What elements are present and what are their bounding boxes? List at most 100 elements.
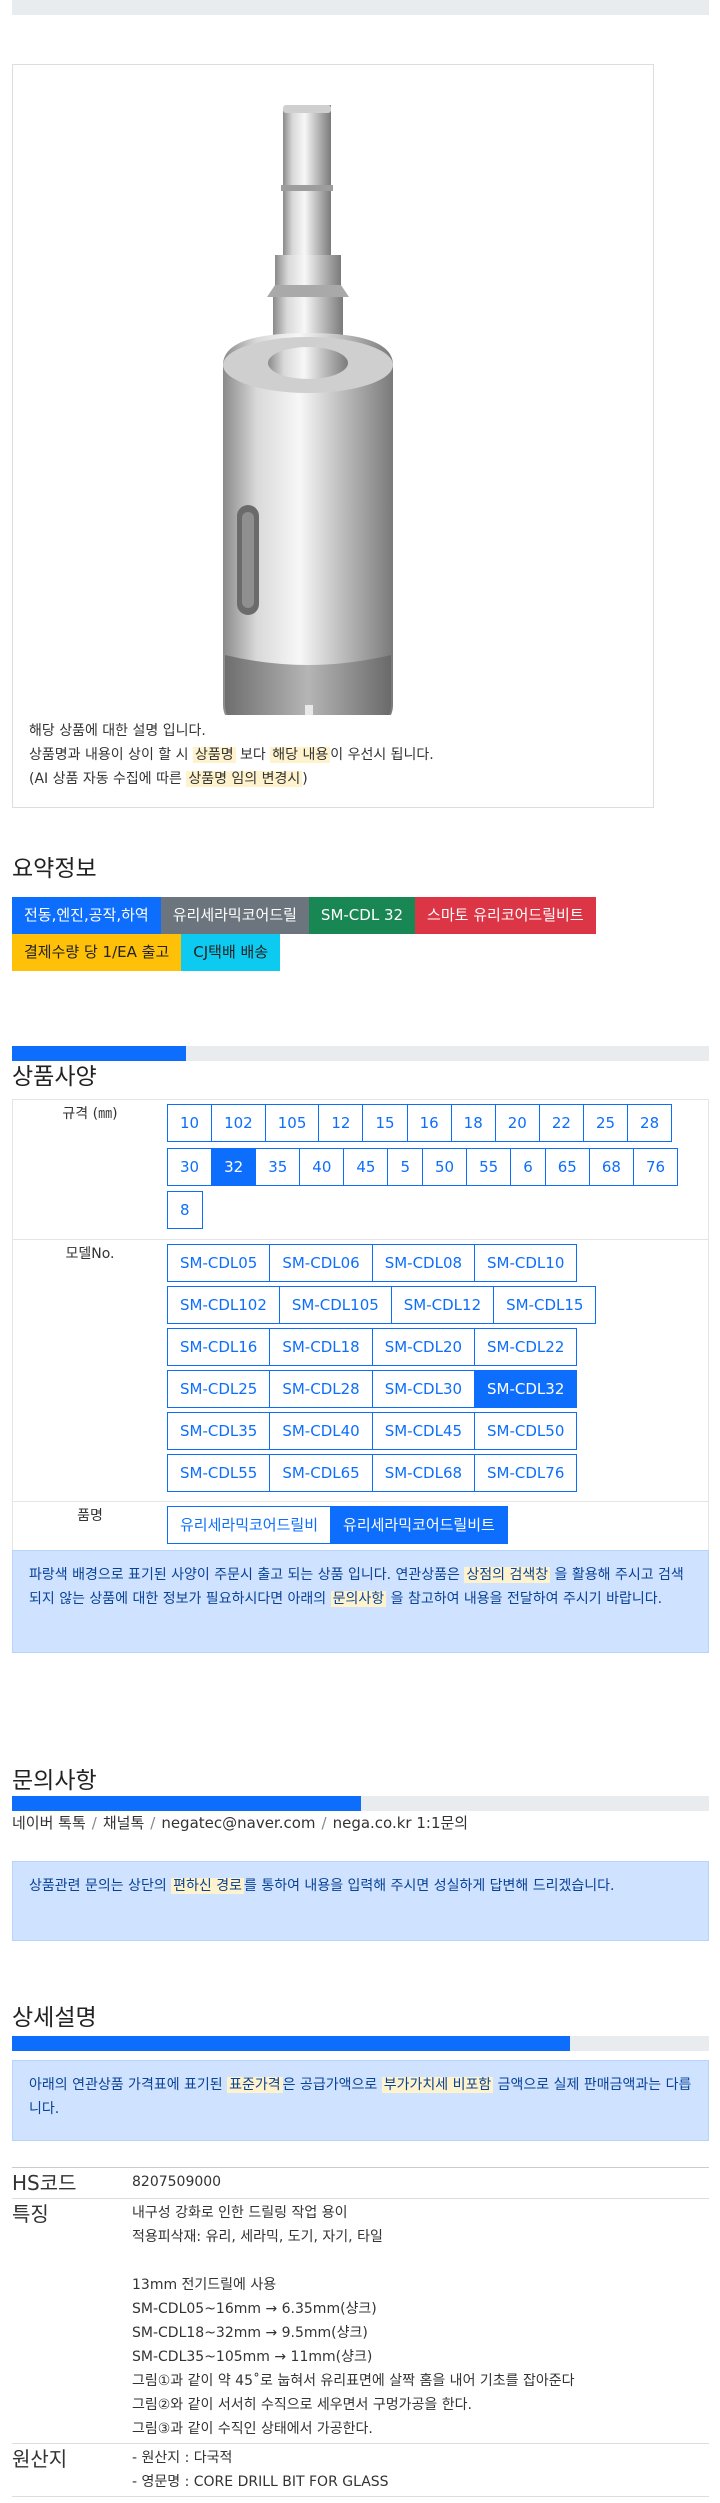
site-inquiry-link[interactable]: nega.co.kr 1:1문의 xyxy=(333,1814,469,1832)
size-option[interactable]: 68 xyxy=(588,1147,634,1186)
core-drill-bit-image xyxy=(223,105,393,740)
model-option[interactable]: SM-CDL08 xyxy=(371,1244,476,1282)
product-image-caption: 해당 상품에 대한 설명 입니다. 상품명과 내용이 상이 할 시 상품명 보다… xyxy=(29,719,434,791)
email-link[interactable]: negatec@naver.com xyxy=(161,1814,315,1832)
size-option[interactable]: 8 xyxy=(167,1191,203,1230)
size-option[interactable]: 5 xyxy=(387,1147,424,1186)
size-options: 10 102 105 12 15 16 18 20 22 25 28 30 32 35 40 45 5 50 55 6… xyxy=(167,1104,707,1235)
caption-text: ) xyxy=(302,771,308,787)
inquiry-title: 문의사항 xyxy=(12,1768,97,1794)
model-option[interactable]: SM-CDL45 xyxy=(371,1412,476,1450)
model-option[interactable]: SM-CDL20 xyxy=(371,1328,476,1366)
summary-badge: 전동,엔진,공작,하역 xyxy=(12,897,161,934)
size-option[interactable]: 105 xyxy=(264,1104,320,1142)
size-option[interactable]: 15 xyxy=(362,1104,408,1142)
notice-text: 를 통하여 내용을 입력해 주시면 성실하게 답변해 드리겠습니다. xyxy=(244,1878,615,1894)
model-option[interactable]: SM-CDL12 xyxy=(390,1286,495,1324)
model-option[interactable]: SM-CDL76 xyxy=(474,1454,578,1492)
name-option[interactable]: 유리세라믹코어드릴비트 xyxy=(330,1506,508,1544)
model-option[interactable]: SM-CDL06 xyxy=(269,1244,373,1282)
model-option[interactable]: SM-CDL10 xyxy=(474,1244,578,1282)
size-option[interactable]: 18 xyxy=(450,1104,496,1142)
detail-progress-fill xyxy=(12,2036,570,2051)
model-option[interactable]: SM-CDL30 xyxy=(371,1370,476,1408)
model-option[interactable]: SM-CDL18 xyxy=(269,1328,373,1366)
size-option[interactable]: 20 xyxy=(494,1104,540,1142)
detail-title: 상세설명 xyxy=(12,2005,97,2031)
caption-highlight: 상품명 임의 변경시 xyxy=(186,771,303,787)
channel-talk-link[interactable]: 채널톡 xyxy=(103,1814,144,1832)
model-option-row: SM-CDL55 SM-CDL65 SM-CDL68 SM-CDL76 xyxy=(167,1454,708,1492)
model-option[interactable]: SM-CDL16 xyxy=(167,1328,271,1366)
spec-row-name: 품명 유리세라믹코어드릴비 유리세라믹코어드릴비트 xyxy=(13,1502,708,1555)
model-option[interactable]: SM-CDL35 xyxy=(167,1412,271,1450)
model-option[interactable]: SM-CDL68 xyxy=(371,1454,476,1492)
model-option-row: SM-CDL102 SM-CDL105 SM-CDL12 SM-CDL15 xyxy=(167,1286,708,1324)
caption-highlight: 상품명 xyxy=(192,747,236,763)
model-option[interactable]: SM-CDL15 xyxy=(493,1286,597,1324)
spec-row-size: 규격 (㎜) 10 102 105 12 15 16 18 20 22 25 28 30 32 35 40 4… xyxy=(13,1100,708,1240)
spec-title: 상품사양 xyxy=(12,1064,97,1090)
product-image-box: 해당 상품에 대한 설명 입니다. 상품명과 내용이 상이 할 시 상품명 보다… xyxy=(12,64,654,808)
size-option[interactable]: 40 xyxy=(299,1147,345,1186)
size-option[interactable]: 22 xyxy=(538,1104,584,1142)
notice-highlight: 문의사항 xyxy=(330,1591,387,1607)
size-option[interactable]: 65 xyxy=(544,1147,590,1186)
size-label: 규격 (㎜) xyxy=(62,1106,118,1122)
caption-line-3: (AI 상품 자동 수집에 따른 상품명 임의 변경시) xyxy=(29,767,434,791)
size-option[interactable]: 50 xyxy=(422,1147,468,1186)
inquiry-progress-bar xyxy=(12,1796,709,1811)
model-option[interactable]: SM-CDL32 xyxy=(474,1370,578,1408)
summary-title: 요약정보 xyxy=(12,856,97,882)
size-option[interactable]: 35 xyxy=(255,1147,301,1186)
size-option[interactable]: 12 xyxy=(318,1104,364,1142)
notice-text: 은 공급가액으로 xyxy=(282,2077,382,2093)
name-option[interactable]: 유리세라믹코어드릴비 xyxy=(167,1506,332,1544)
separator: / xyxy=(150,1814,156,1832)
size-option[interactable]: 45 xyxy=(343,1147,389,1186)
name-options: 유리세라믹코어드릴비 유리세라믹코어드릴비트 xyxy=(167,1502,708,1555)
summary-badge: 스마토 유리코어드릴비트 xyxy=(415,897,596,934)
model-option[interactable]: SM-CDL25 xyxy=(167,1370,271,1408)
size-option[interactable]: 10 xyxy=(167,1104,213,1142)
size-option[interactable]: 25 xyxy=(582,1104,629,1142)
naver-talktalk-link[interactable]: 네이버 톡톡 xyxy=(12,1814,86,1832)
notice-highlight: 부가가치세 비포함 xyxy=(381,2077,494,2093)
notice-highlight: 상점의 검색창 xyxy=(464,1567,551,1583)
size-option[interactable]: 102 xyxy=(211,1104,266,1142)
spec-progress-fill xyxy=(12,1046,187,1061)
caption-text: (AI 상품 자동 수집에 따른 xyxy=(29,771,187,787)
notice-text: 파랑색 배경으로 표기된 사양이 주문시 출고 되는 상품 입니다. 연관상품은 xyxy=(29,1567,465,1583)
size-option[interactable]: 76 xyxy=(632,1147,679,1186)
model-option[interactable]: SM-CDL40 xyxy=(269,1412,373,1450)
size-option[interactable]: 28 xyxy=(627,1104,673,1142)
model-option[interactable]: SM-CDL102 xyxy=(167,1286,280,1324)
info-key: 특징 xyxy=(12,2202,49,2226)
model-option[interactable]: SM-CDL22 xyxy=(474,1328,578,1366)
model-option[interactable]: SM-CDL50 xyxy=(474,1412,578,1450)
size-option[interactable]: 55 xyxy=(466,1147,512,1186)
notice-text: 아래의 연관상품 가격표에 표기된 xyxy=(29,2077,228,2093)
notice-text: 상품관련 문의는 상단의 xyxy=(29,1878,172,1894)
model-option-row: SM-CDL05 SM-CDL06 SM-CDL08 SM-CDL10 xyxy=(167,1244,708,1282)
detail-progress-bar xyxy=(12,2036,709,2051)
summary-badge: 결제수량 당 1/EA 출고 xyxy=(12,934,182,971)
model-option[interactable]: SM-CDL28 xyxy=(269,1370,373,1408)
model-option[interactable]: SM-CDL05 xyxy=(167,1244,271,1282)
info-value: 내구성 강화로 인한 드릴링 작업 용이 적용피삭재: 유리, 세라믹, 도기,… xyxy=(132,2205,575,2437)
detail-notice: 아래의 연관상품 가격표에 표기된 표준가격 은 공급가액으로 부가가치세 비포함… xyxy=(12,2060,709,2141)
size-option[interactable]: 6 xyxy=(510,1147,546,1186)
info-value: - 원산지 : 다국적 - 영문명 : CORE DRILL BIT FOR G… xyxy=(132,2450,389,2490)
model-option[interactable]: SM-CDL65 xyxy=(269,1454,373,1492)
size-option[interactable]: 16 xyxy=(406,1104,452,1142)
summary-badge: SM-CDL 32 xyxy=(308,897,416,934)
model-option[interactable]: SM-CDL105 xyxy=(278,1286,392,1324)
inquiry-progress-fill xyxy=(12,1796,361,1811)
top-progress-bar xyxy=(12,0,709,15)
size-option[interactable]: 30 xyxy=(167,1147,213,1186)
info-key: 원산지 xyxy=(12,2447,68,2471)
summary-badge: 유리세라믹코어드릴 xyxy=(160,897,309,934)
size-option[interactable]: 32 xyxy=(211,1147,257,1186)
detail-info-table: HS코드 8207509000 특징 내구성 강화로 인한 드릴링 작업 용이 … xyxy=(12,2167,709,2497)
model-option[interactable]: SM-CDL55 xyxy=(167,1454,271,1492)
